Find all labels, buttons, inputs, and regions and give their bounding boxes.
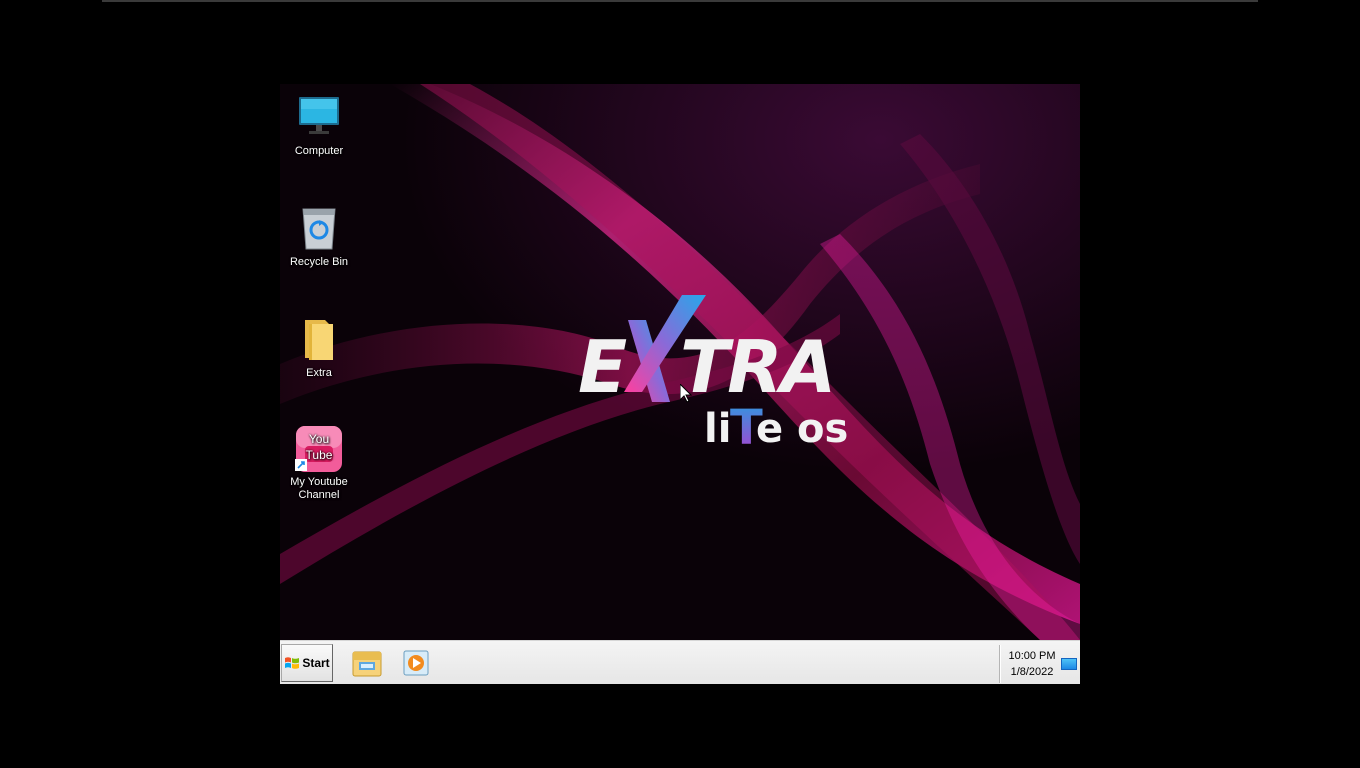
taskbar: Start 10:00 PM 1/8/2022 — [280, 640, 1080, 684]
desktop-icon-label: Computer — [294, 145, 344, 157]
desktop-icon-label: Extra — [306, 367, 332, 379]
svg-text:Tube: Tube — [306, 448, 333, 462]
taskbar-media-player-button[interactable] — [399, 647, 433, 679]
svg-text:e os: e os — [756, 406, 848, 452]
vm-screen: Computer Recycle Bin Extra You Tube My Y… — [280, 84, 1080, 684]
svg-text:You: You — [309, 432, 329, 446]
youtube-shortcut-icon: You Tube — [295, 425, 343, 473]
desktop-icon-label: Recycle Bin — [289, 256, 349, 268]
start-button[interactable]: Start — [281, 644, 333, 682]
desktop-icon-computer[interactable]: Computer — [280, 94, 359, 158]
host-window-edge — [102, 0, 1258, 2]
clock-time: 10:00 PM — [1008, 650, 1056, 662]
media-player-icon — [403, 650, 429, 676]
monitor-icon — [295, 94, 343, 142]
desktop-icon-recycle-bin[interactable]: Recycle Bin — [280, 205, 359, 269]
recycle-bin-icon — [295, 205, 343, 253]
taskbar-file-explorer-button[interactable] — [350, 647, 384, 679]
desktop-icon-youtube-shortcut[interactable]: You Tube My Youtube Channel — [280, 425, 359, 502]
system-tray: 10:00 PM 1/8/2022 — [999, 645, 1080, 683]
desktop-icon-extra-folder[interactable]: Extra — [280, 316, 359, 380]
start-label: Start — [302, 656, 330, 670]
logo-line1: E — [578, 325, 627, 409]
svg-text:TRA: TRA — [680, 325, 834, 409]
folder-icon — [295, 316, 343, 364]
windows-logo-icon — [285, 657, 300, 669]
file-explorer-icon — [352, 651, 382, 677]
clock[interactable]: 10:00 PM 1/8/2022 — [1005, 648, 1059, 680]
show-desktop-button[interactable] — [1061, 658, 1077, 670]
clock-date: 1/8/2022 — [1010, 666, 1054, 678]
svg-text:li: li — [704, 406, 731, 452]
extra-lite-os-logo: E TRA li T e os — [578, 295, 848, 452]
mouse-cursor-icon — [680, 384, 692, 403]
desktop-icon-label: My Youtube Channel — [290, 476, 348, 501]
